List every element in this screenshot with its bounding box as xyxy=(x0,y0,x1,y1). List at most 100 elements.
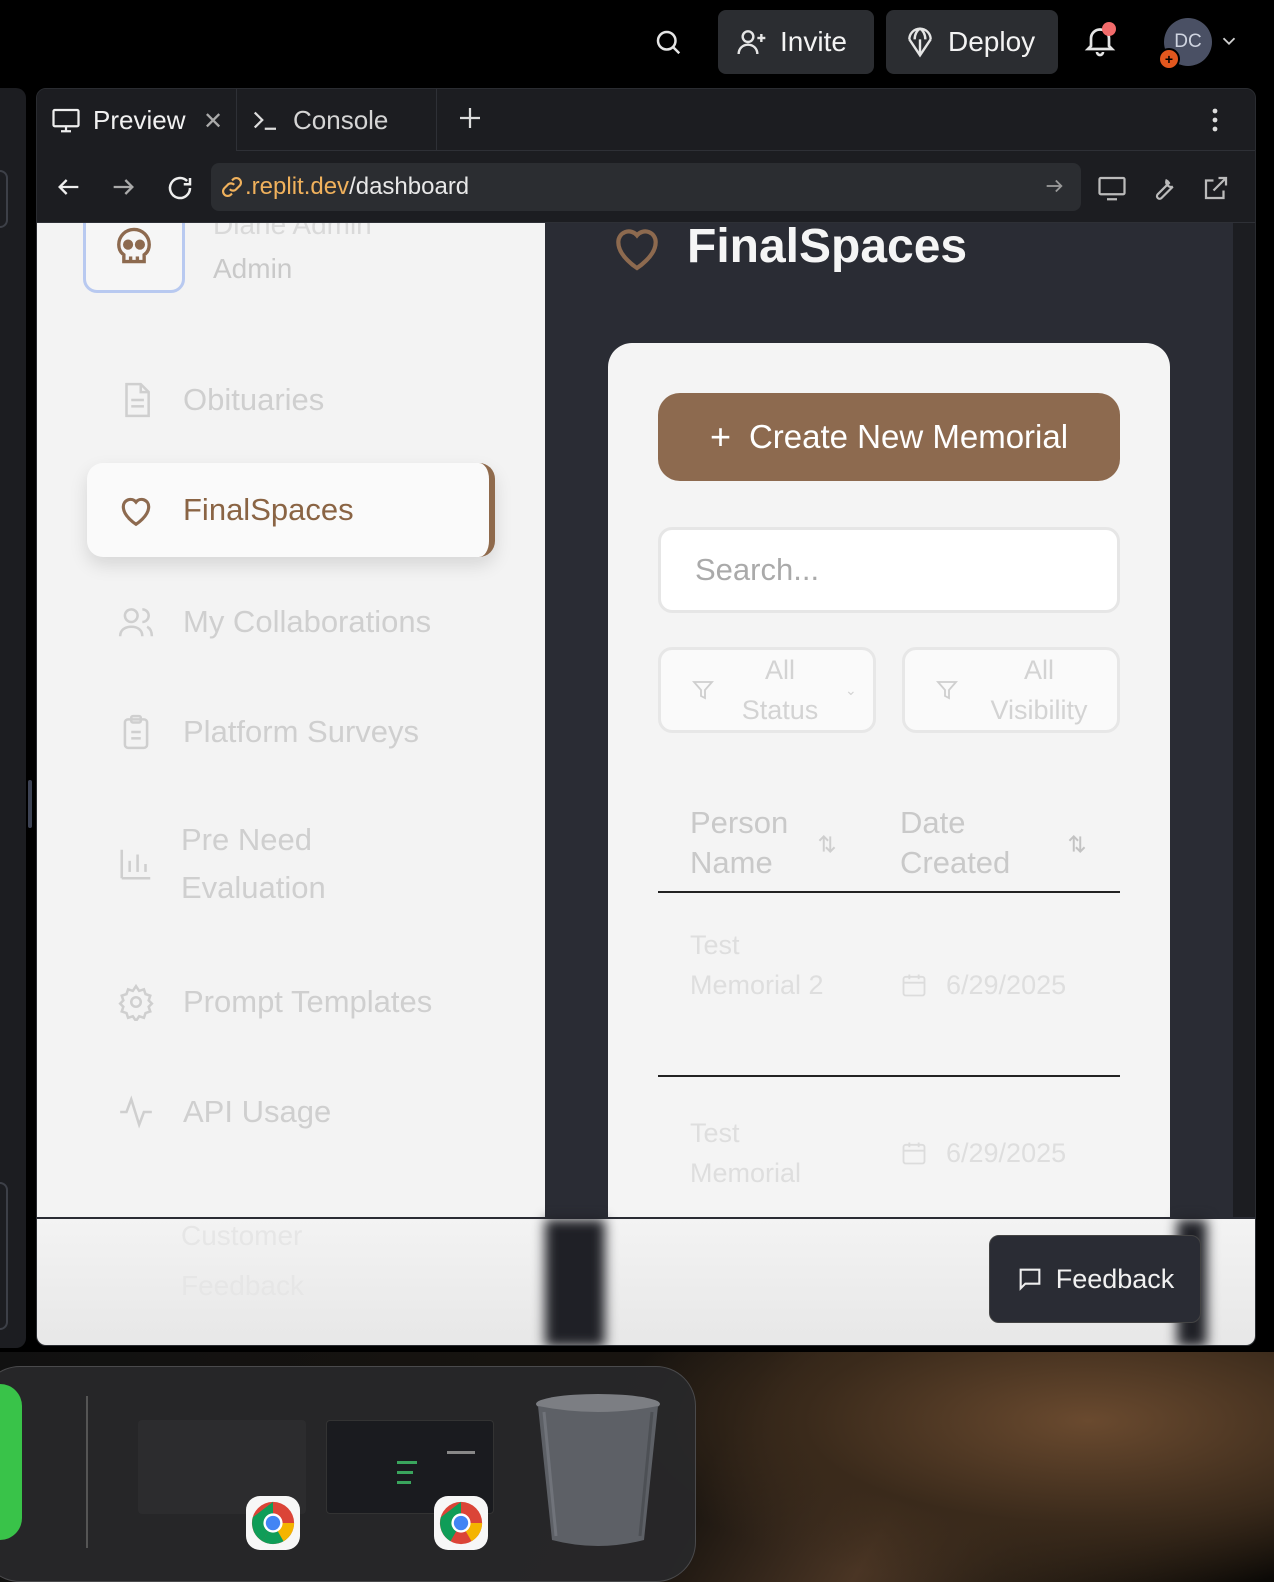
sidebar-item-label: FinalSpaces xyxy=(183,492,354,527)
divider xyxy=(658,891,1120,893)
close-icon[interactable]: ✕ xyxy=(203,107,223,136)
left-panel-box xyxy=(0,170,8,228)
back-arrow-icon[interactable] xyxy=(55,173,83,201)
users-icon xyxy=(118,608,154,637)
main-content: FinalSpaces + Create New Memorial Search… xyxy=(545,223,1233,1217)
column-header-date[interactable]: Date Created xyxy=(900,803,1040,883)
more-vertical-icon[interactable] xyxy=(1203,105,1227,135)
url-bar: .replit.dev/dashboard xyxy=(37,151,1255,223)
heart-icon xyxy=(616,229,658,271)
left-panel-edge xyxy=(0,88,32,1348)
reload-icon[interactable] xyxy=(165,173,193,201)
deploy-button[interactable]: Deploy xyxy=(886,10,1058,74)
open-external-icon[interactable] xyxy=(1201,173,1229,201)
app-viewport: Diane Admin Admin Obituaries FinalSpaces… xyxy=(37,223,1233,1217)
calendar-icon xyxy=(902,974,926,997)
search-input[interactable]: Search... xyxy=(658,527,1120,613)
sidebar-item-obituaries[interactable]: Obituaries xyxy=(87,353,495,447)
bottom-overlay: Customer Feedback Feedback xyxy=(37,1217,1255,1345)
sidebar-item-api-usage[interactable]: API Usage xyxy=(87,1065,495,1159)
wrench-icon[interactable] xyxy=(1149,173,1177,201)
sidebar-item-label: Prompt Templates xyxy=(183,984,433,1019)
trash-icon[interactable] xyxy=(534,1390,662,1550)
search-icon[interactable] xyxy=(648,22,688,62)
invite-label: Invite xyxy=(780,26,847,57)
feedback-button[interactable]: Feedback xyxy=(989,1235,1201,1323)
plus-icon[interactable] xyxy=(455,103,487,135)
deploy-icon xyxy=(908,27,932,58)
devices-icon[interactable] xyxy=(1097,173,1126,201)
calendar-icon xyxy=(902,1142,926,1165)
memorial-card: + Create New Memorial Search... All Stat… xyxy=(608,343,1170,1217)
sidebar-item-surveys[interactable]: Platform Surveys xyxy=(87,685,495,779)
sort-icon[interactable] xyxy=(814,831,840,857)
bar-chart-icon xyxy=(120,849,151,880)
sidebar-item-label: Customer Feedback xyxy=(181,1220,304,1301)
clipboard-icon xyxy=(123,714,149,750)
sidebar: Diane Admin Admin Obituaries FinalSpaces… xyxy=(37,223,545,1217)
notification-dot xyxy=(1102,22,1116,36)
gear-icon xyxy=(118,983,154,1021)
sort-icon[interactable] xyxy=(1064,831,1090,857)
user-role: Admin xyxy=(213,253,293,284)
add-user-icon xyxy=(737,30,766,55)
sidebar-item-label: Pre Need Evaluation xyxy=(181,822,326,905)
feedback-label: Feedback xyxy=(1055,1263,1175,1294)
sidebar-item-label: My Collaborations xyxy=(183,604,432,639)
visibility-filter-label: All Visibility xyxy=(990,655,1088,725)
top-bar: Invite Deploy DC + xyxy=(0,0,1274,86)
plus-badge-icon: + xyxy=(1158,48,1180,70)
sidebar-item-collaborations[interactable]: My Collaborations xyxy=(87,575,495,669)
wallpaper-hill xyxy=(640,1352,1274,1582)
page-title: FinalSpaces xyxy=(687,223,968,273)
filter-icon xyxy=(692,681,714,700)
resize-handle[interactable] xyxy=(28,780,32,828)
forward-arrow-icon[interactable] xyxy=(109,173,137,201)
user-name: Diane Admin xyxy=(213,223,372,240)
dock-separator xyxy=(86,1396,88,1548)
go-arrow-icon[interactable] xyxy=(1043,175,1067,199)
divider xyxy=(658,1075,1120,1077)
terminal-icon xyxy=(253,111,276,130)
document-icon xyxy=(125,382,150,418)
filter-icon xyxy=(936,681,958,700)
chevron-down-icon: ⌄ xyxy=(845,681,857,698)
create-label: Create New Memorial xyxy=(748,418,1069,455)
invite-button[interactable]: Invite xyxy=(718,10,874,74)
preview-pane: Preview ✕ Console .replit.dev/dashboard xyxy=(36,88,1256,1346)
chevron-down-icon[interactable] xyxy=(1218,30,1240,52)
visibility-filter[interactable]: All Visibility xyxy=(902,647,1120,733)
message-icon xyxy=(1019,1268,1041,1291)
messages-app-icon[interactable] xyxy=(0,1384,22,1540)
plus-icon: + xyxy=(709,416,731,457)
column-header-name[interactable]: Person Name xyxy=(690,803,800,883)
activity-icon xyxy=(120,1095,152,1129)
url-field[interactable]: .replit.dev/dashboard xyxy=(211,163,1081,211)
deploy-label: Deploy xyxy=(948,26,1036,57)
memorial-name[interactable]: Test Memorial xyxy=(690,1113,830,1193)
sidebar-item-label: API Usage xyxy=(183,1094,332,1129)
sidebar-item-finalspaces[interactable]: FinalSpaces xyxy=(87,463,495,557)
sidebar-item-prompt-templates[interactable]: Prompt Templates xyxy=(87,955,495,1049)
skull-icon xyxy=(117,227,151,264)
logo xyxy=(83,223,185,293)
chrome-icon[interactable] xyxy=(246,1496,300,1550)
create-memorial-button[interactable]: + Create New Memorial xyxy=(658,393,1120,481)
status-filter-label: All Status xyxy=(741,655,819,725)
url-host: .replit.dev xyxy=(245,173,350,200)
memorial-name[interactable]: Test Memorial 2 xyxy=(690,925,830,1005)
tab-console-label: Console xyxy=(293,104,389,135)
memorial-date: 6/29/2025 xyxy=(946,970,1067,1000)
link-icon xyxy=(222,177,242,197)
status-filter[interactable]: All Status ⌄ xyxy=(658,647,876,733)
tab-bar: Preview ✕ Console xyxy=(37,89,1255,151)
memorial-date: 6/29/2025 xyxy=(946,1138,1067,1168)
avatar-initials: DC xyxy=(1174,31,1202,52)
sidebar-item-preneed[interactable]: Pre Need Evaluation xyxy=(87,817,495,911)
tab-preview[interactable]: Preview ✕ xyxy=(37,89,237,151)
chrome-icon[interactable] xyxy=(434,1496,488,1550)
monitor-icon xyxy=(52,108,80,133)
sidebar-item-label: Platform Surveys xyxy=(183,714,420,749)
left-panel-box xyxy=(0,1182,8,1330)
tab-console[interactable]: Console xyxy=(237,89,437,151)
